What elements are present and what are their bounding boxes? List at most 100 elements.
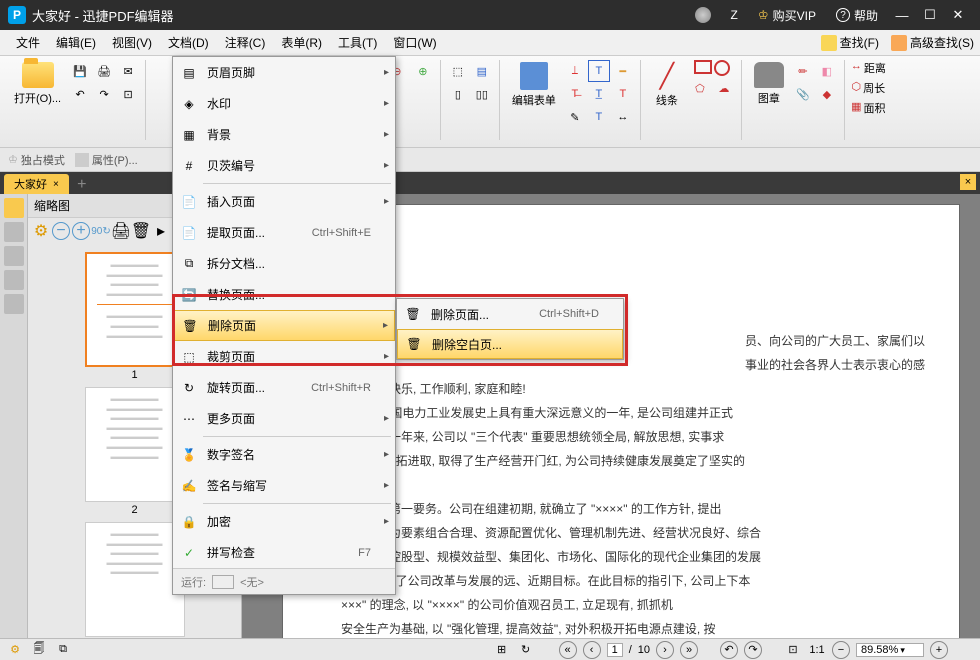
polygon-icon[interactable]: ⬠	[689, 77, 711, 99]
sb-rotate-icon[interactable]: ↻	[517, 641, 535, 659]
mark-icon[interactable]: ✎	[564, 106, 586, 128]
attachments-tab-icon[interactable]	[4, 270, 24, 290]
circle-icon[interactable]	[714, 60, 730, 76]
first-page-button[interactable]: «	[559, 641, 577, 659]
current-page-input[interactable]: 1	[607, 643, 623, 657]
help-button[interactable]: ?帮助	[836, 7, 878, 24]
panel-delete-icon[interactable]: 🗑	[132, 222, 150, 240]
open-button[interactable]: 打开(O)...	[8, 60, 67, 108]
menu-replace-page[interactable]: 🔄替换页面...	[173, 279, 395, 310]
properties-button[interactable]: 属性(P)...	[75, 152, 138, 168]
thumbnail-1[interactable]: ▬▬▬▬▬▬▬▬▬▬▬▬▬▬▬▬▬▬▬▬▬▬▬▬▬▬▬▬▬▬▬▬▬▬▬▬▬▬▬▬…	[85, 252, 185, 367]
eraser-icon[interactable]: ◧	[816, 60, 838, 82]
menu-extract-page[interactable]: 📄提取页面...Ctrl+Shift+E	[173, 217, 395, 248]
fit-icon[interactable]: ⬚	[447, 60, 469, 82]
submenu-delete-pages[interactable]: 🗑删除页面...Ctrl+Shift+D	[397, 299, 623, 329]
email-icon[interactable]: ✉	[117, 60, 139, 82]
layers-tab-icon[interactable]	[4, 246, 24, 266]
find-button[interactable]: 查找(F)	[815, 32, 885, 53]
sb-copy-icon[interactable]: ⧉	[54, 641, 72, 659]
panel-rotate-icon[interactable]: 90↻	[92, 222, 110, 240]
insert-icon[interactable]: T	[588, 106, 610, 128]
menu-view[interactable]: 视图(V)	[104, 30, 160, 55]
user-label[interactable]: Z	[731, 8, 738, 22]
panel-settings-icon[interactable]: ⚙	[32, 222, 50, 240]
zoom-fit-icon[interactable]: ⊡	[784, 641, 802, 659]
attach-icon[interactable]: 📎	[792, 83, 814, 105]
nav-fwd-button[interactable]: ↷	[744, 641, 762, 659]
menu-encrypt[interactable]: 🔒加密▸	[173, 506, 395, 537]
redo-icon[interactable]: ↷	[93, 83, 115, 105]
sb-layout-icon[interactable]: ⊞	[493, 641, 511, 659]
zoom-out-button[interactable]: −	[832, 641, 850, 659]
menu-insert-page[interactable]: 📄插入页面▸	[173, 186, 395, 217]
new-tab-button[interactable]: +	[73, 176, 91, 194]
next-page-button[interactable]: ›	[656, 641, 674, 659]
last-page-button[interactable]: »	[680, 641, 698, 659]
thumbnails-tab-icon[interactable]	[4, 198, 24, 218]
nav-back-button[interactable]: ↶	[720, 641, 738, 659]
cloud-icon[interactable]: ☁	[713, 77, 735, 99]
panel-zoom-in-icon[interactable]: +	[72, 222, 90, 240]
doc-icon[interactable]: ▤	[471, 60, 493, 82]
scan-icon[interactable]: ⊡	[117, 83, 139, 105]
buy-vip-button[interactable]: ♔购买VIP	[758, 7, 816, 24]
pencil-icon[interactable]: ✏	[792, 60, 814, 82]
zoom-in-icon[interactable]: ⊕	[412, 60, 434, 82]
submenu-delete-blank[interactable]: 🗑删除空白页...	[397, 329, 623, 359]
text-select-icon[interactable]: ⟘	[564, 60, 586, 82]
menu-window[interactable]: 窗口(W)	[385, 30, 444, 55]
panel-more-icon[interactable]: ▸	[152, 222, 170, 240]
menu-watermark[interactable]: ◈水印▸	[173, 88, 395, 119]
zoom-in-button[interactable]: +	[930, 641, 948, 659]
menu-digital-sign[interactable]: 🏅数字签名▸	[173, 439, 395, 470]
bookmarks-tab-icon[interactable]	[4, 222, 24, 242]
advanced-find-button[interactable]: 高级查找(S)	[885, 32, 980, 53]
strike-icon[interactable]: T̶	[564, 83, 586, 105]
maximize-button[interactable]: ☐	[916, 1, 944, 29]
menu-rotate-page[interactable]: ↻旋转页面...Ctrl+Shift+R	[173, 372, 395, 403]
perimeter-button[interactable]: ⬡周长	[852, 80, 886, 96]
sb-options-icon[interactable]: ⚙	[6, 641, 24, 659]
text-icon[interactable]: T	[612, 83, 634, 105]
replace-icon[interactable]: ↔	[612, 106, 634, 128]
thumbnail-2[interactable]: ▬▬▬▬▬▬▬▬▬▬▬▬▬▬▬▬▬▬▬▬▬▬▬▬▬▬▬▬▬▬▬▬▬▬▬▬▬▬▬▬…	[85, 387, 185, 502]
globe-icon[interactable]	[695, 7, 711, 23]
rect-icon[interactable]	[694, 60, 712, 74]
lines-button[interactable]: ╱ 线条	[647, 60, 687, 110]
prev-page-button[interactable]: ‹	[583, 641, 601, 659]
panel-zoom-out-icon[interactable]: −	[52, 222, 70, 240]
menu-tools[interactable]: 工具(T)	[330, 30, 385, 55]
zoom-actual-icon[interactable]: 1:1	[808, 641, 826, 659]
panel-print-icon[interactable]: 🖨	[112, 222, 130, 240]
menu-header-footer[interactable]: ▤页眉页脚▸	[173, 57, 395, 88]
save-icon[interactable]: 💾	[69, 60, 91, 82]
signatures-tab-icon[interactable]	[4, 294, 24, 314]
menu-more-pages[interactable]: ⋯更多页面▸	[173, 403, 395, 434]
zoom-select[interactable]: 89.58%	[856, 643, 924, 657]
highlight-icon[interactable]: ━	[612, 60, 634, 82]
underline-icon[interactable]: T̲	[588, 83, 610, 105]
menu-split-doc[interactable]: ⧉拆分文档...	[173, 248, 395, 279]
menu-signature[interactable]: ✍签名与缩写▸	[173, 470, 395, 501]
sb-pages-icon[interactable]: 🗐	[30, 641, 48, 659]
menu-crop-page[interactable]: ⬚裁剪页面▸	[173, 341, 395, 372]
menu-document[interactable]: 文档(D)	[160, 30, 217, 55]
area-button[interactable]: ▦面积	[851, 100, 885, 116]
menu-background[interactable]: ▦背景▸	[173, 119, 395, 150]
thumbnail-3[interactable]: ▬▬▬▬▬▬▬▬▬▬▬▬▬▬▬▬▬▬▬▬▬▬▬▬▬▬▬▬▬▬▬▬	[85, 522, 185, 637]
shapes-icon[interactable]: ◆	[816, 83, 838, 105]
print-icon[interactable]: 🖨	[93, 60, 115, 82]
menu-run-row[interactable]: 运行: <无>	[173, 568, 395, 594]
menu-comment[interactable]: 注释(C)	[217, 30, 274, 55]
exclusive-mode-button[interactable]: ♔独占模式	[8, 152, 65, 168]
double-icon[interactable]: ▯▯	[471, 83, 493, 105]
distance-button[interactable]: ↔距离	[851, 60, 886, 76]
close-button[interactable]: ✕	[944, 1, 972, 29]
minimize-button[interactable]: —	[888, 1, 916, 29]
menu-form[interactable]: 表单(R)	[273, 30, 330, 55]
close-all-tabs-button[interactable]: ×	[960, 174, 976, 190]
menu-edit[interactable]: 编辑(E)	[48, 30, 104, 55]
text-box-icon[interactable]: T	[588, 60, 610, 82]
single-icon[interactable]: ▯	[447, 83, 469, 105]
